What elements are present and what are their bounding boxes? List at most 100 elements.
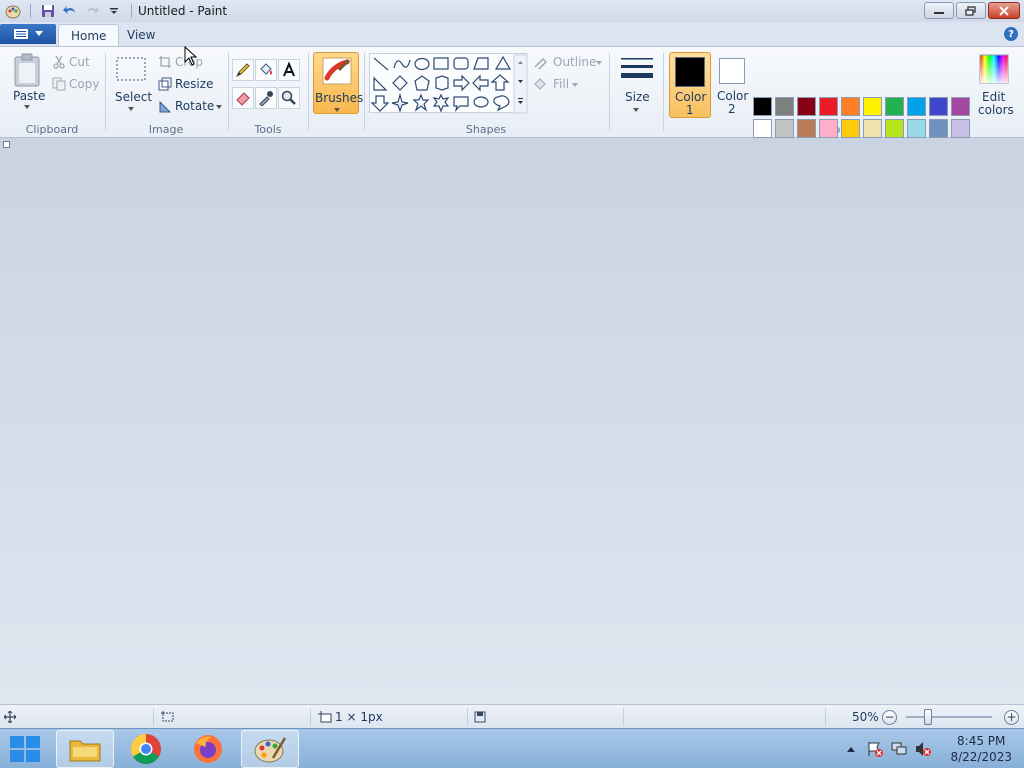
taskbar-paint[interactable] (241, 730, 299, 768)
ribbon-tab-row: Home View ? (0, 22, 1024, 46)
save-icon[interactable] (39, 2, 57, 20)
resize-button[interactable]: Resize (158, 76, 222, 94)
palette-color-swatch[interactable] (775, 97, 794, 116)
chevron-down-icon (24, 105, 30, 109)
color-1-button[interactable]: Color 1 (669, 52, 711, 118)
shapes-icons (370, 54, 528, 114)
group-separator (609, 53, 610, 131)
palette-color-swatch[interactable] (753, 119, 772, 138)
redo-icon[interactable] (83, 2, 101, 20)
help-icon[interactable]: ? (1004, 27, 1018, 41)
palette-color-swatch[interactable] (951, 97, 970, 116)
fill-button[interactable]: Fill (533, 76, 583, 94)
crop-icon (159, 56, 171, 68)
magnifier-tool[interactable] (278, 87, 300, 109)
customize-qat-icon[interactable] (105, 2, 123, 20)
resize-icon (158, 77, 172, 91)
edit-colors-button[interactable]: Edit colors (975, 52, 1014, 118)
cut-button[interactable]: Cut (52, 54, 102, 72)
palette-color-swatch[interactable] (907, 97, 926, 116)
undo-icon[interactable] (61, 2, 79, 20)
palette-color-swatch[interactable] (863, 119, 882, 138)
palette-color-swatch[interactable] (819, 119, 838, 138)
tab-home[interactable]: Home (58, 24, 120, 46)
rotate-button[interactable]: Rotate (158, 98, 224, 116)
magnifier-icon (281, 90, 296, 105)
ribbon: Paste Cut Copy Clipboard Select Crop Res… (0, 46, 1024, 160)
action-center-flag-icon[interactable] (866, 741, 884, 757)
shapes-gallery[interactable] (369, 53, 528, 114)
palette-color-swatch[interactable] (841, 119, 860, 138)
pencil-tool[interactable] (232, 59, 254, 81)
paint-menu-button[interactable] (0, 24, 56, 44)
outline-button[interactable]: Outline (533, 54, 603, 72)
chevron-down-icon (572, 83, 578, 87)
select-button[interactable]: Select (112, 53, 152, 115)
network-icon[interactable] (890, 741, 908, 757)
text-tool[interactable] (278, 59, 300, 81)
selection-rectangle-icon (116, 57, 146, 81)
chevron-down-icon (633, 108, 639, 112)
zoom-out-button[interactable]: − (882, 710, 897, 725)
rotate-label: Rotate (175, 99, 215, 113)
app-icon[interactable] (4, 2, 22, 20)
clipboard-group-label: Clipboard (25, 123, 79, 136)
taskbar-firefox[interactable] (179, 730, 237, 768)
taskbar-chrome[interactable] (117, 730, 175, 768)
chevron-down-icon (216, 105, 222, 109)
fill-tool[interactable] (255, 59, 277, 81)
close-button[interactable] (988, 2, 1020, 19)
volume-muted-icon[interactable] (914, 741, 932, 757)
copy-button[interactable]: Copy (52, 76, 102, 94)
image-group: Select Crop Resize Rotate Image (106, 47, 226, 139)
palette-color-swatch[interactable] (951, 119, 970, 138)
system-clock[interactable]: 8:45 PM 8/22/2023 (950, 733, 1012, 765)
tab-view[interactable]: View (115, 24, 167, 46)
chevron-down-icon (35, 31, 43, 36)
color-1-number: 1 (686, 103, 694, 117)
start-button[interactable] (0, 730, 50, 768)
resize-label: Resize (175, 77, 214, 91)
palette-color-swatch[interactable] (775, 119, 794, 138)
fill-label: Fill (553, 77, 570, 91)
group-separator (308, 53, 309, 131)
clock-time: 8:45 PM (957, 734, 1006, 748)
palette-color-swatch[interactable] (885, 119, 904, 138)
palette-color-swatch[interactable] (819, 97, 838, 116)
palette-color-swatch[interactable] (929, 119, 948, 138)
palette-color-swatch[interactable] (841, 97, 860, 116)
color-2-label: Color (717, 89, 749, 103)
palette-color-swatch[interactable] (753, 97, 772, 116)
palette-color-swatch[interactable] (885, 97, 904, 116)
status-bar: 1 × 1px 50% − + (0, 704, 1024, 728)
zoom-level: 50% (852, 710, 879, 724)
palette-color-swatch[interactable] (929, 97, 948, 116)
size-button[interactable]: Size (614, 52, 658, 116)
zoom-slider-thumb[interactable] (923, 709, 932, 725)
show-hidden-icons-icon[interactable] (846, 745, 856, 753)
color-2-button[interactable]: Color 2 (713, 52, 751, 118)
outline-icon (534, 57, 548, 69)
color-1-swatch (675, 57, 705, 87)
minimize-button[interactable] (924, 2, 954, 19)
color-picker-tool[interactable] (255, 87, 277, 109)
palette-color-swatch[interactable] (797, 119, 816, 138)
zoom-in-button[interactable]: + (1004, 710, 1019, 725)
taskbar-file-explorer[interactable] (56, 730, 114, 768)
palette-color-swatch[interactable] (797, 97, 816, 116)
paste-label: Paste (13, 89, 46, 103)
copy-label: Copy (69, 77, 100, 91)
zoom-slider-track[interactable] (906, 716, 992, 718)
palette-color-swatch[interactable] (907, 119, 926, 138)
restore-button[interactable] (956, 2, 986, 19)
status-separator (623, 708, 624, 726)
rotate-icon (159, 100, 172, 113)
canvas-resize-handle[interactable] (3, 141, 10, 148)
brushes-button[interactable]: Brushes (313, 52, 363, 114)
paste-button[interactable]: Paste (8, 53, 46, 111)
eraser-tool[interactable] (232, 87, 254, 109)
edit-colors-label-1: Edit (982, 90, 1006, 104)
canvas-workspace[interactable] (0, 138, 1024, 704)
palette-color-swatch[interactable] (863, 97, 882, 116)
window-controls (924, 2, 1020, 19)
